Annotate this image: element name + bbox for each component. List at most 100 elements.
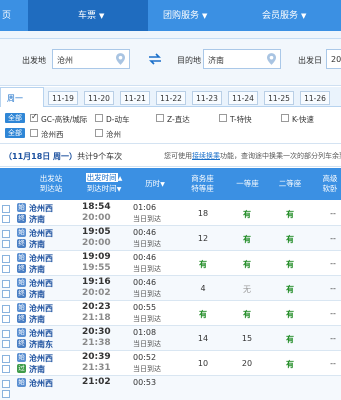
second-class-count: 有 [286,260,294,269]
hint-pre: 您可使用 [164,152,192,160]
date-tab[interactable]: 11-19 [48,91,78,105]
row-toggle-icon[interactable] [2,390,10,398]
table-row[interactable]: 始沧州西终济南 19:16 20:02 00:46 当日到达 4 无 有 -- [0,276,341,301]
swap-stations-icon[interactable] [148,53,162,65]
to-station[interactable]: 济南 [29,314,45,325]
row-toggle-icon[interactable] [2,265,10,273]
terminal-station-icon: 终 [17,339,26,348]
second-class-count: 有 [286,235,294,244]
from-station[interactable]: 沧州西 [29,203,53,214]
nav-item-member[interactable]: 会员服务 ▼ [262,8,306,21]
table-row[interactable]: 始沧州西过济南 20:39 21:31 00:52 当日到达 10 20 有 -- [0,351,341,376]
origin-station-icon: 始 [17,353,26,362]
date-tab[interactable]: 11-26 [300,91,330,105]
from-station[interactable]: 沧州西 [29,278,53,289]
station-all-button[interactable]: 全部 [5,128,25,138]
from-station[interactable]: 沧州西 [29,378,53,389]
first-class-count: 有 [243,235,251,244]
date-input[interactable]: 201 [326,49,341,69]
to-station[interactable]: 济南 [29,264,45,275]
date-tab[interactable]: 11-21 [120,91,150,105]
duration: 00:52 [133,353,157,362]
soft-sleeper-count: -- [330,234,336,243]
to-station[interactable]: 济南 [29,214,45,225]
from-station[interactable]: 沧州西 [29,328,53,339]
row-toggle-icon[interactable] [2,315,10,323]
table-row[interactable]: 始沧州西终济南东 20:30 21:38 01:08 当日到达 14 15 有 -- [0,326,341,351]
row-toggle-icon[interactable] [2,230,10,238]
tab-current-day[interactable]: 周一 [0,87,44,107]
station-cangzhouxi-checkbox[interactable] [30,129,38,137]
date-tab[interactable]: 11-24 [228,91,258,105]
train-type-all-button[interactable]: 全部 [5,113,25,123]
row-toggle-icon[interactable] [2,280,10,288]
filter-z-checkbox[interactable] [156,114,164,122]
soft-sleeper-count: -- [330,284,336,293]
row-toggle-icon[interactable] [2,215,10,223]
current-day-label: 周一 [7,94,23,103]
date-tab[interactable]: 11-22 [156,91,186,105]
date-tab[interactable]: 11-23 [192,91,222,105]
duration: 01:06 [133,203,157,212]
search-bar: 出发地 沧州 目的地 济南 出发日 201 [0,39,341,86]
table-row[interactable]: 始沧州西终济南 20:23 21:18 00:55 当日到达 有 有 有 -- [0,301,341,326]
row-toggle-icon[interactable] [2,205,10,213]
sort-down-icon: ▼ [116,186,122,193]
nav-item-home[interactable]: 页 [2,8,11,21]
terminal-station-icon: 终 [17,289,26,298]
header-duration[interactable]: 历时▼ [130,168,180,200]
row-toggle-icon[interactable] [2,330,10,338]
header-dep-time-label: 出发时间 [85,173,118,182]
row-toggle-icon[interactable] [2,290,10,298]
from-station[interactable]: 沧州西 [29,353,53,364]
from-station[interactable]: 沧州西 [29,303,53,314]
row-toggle-icon[interactable] [2,240,10,248]
row-toggle-icon[interactable] [2,380,10,388]
row-toggle-icon[interactable] [2,340,10,348]
table-row[interactable]: 始沧州西 21:02 00:53 [0,376,341,400]
filter-d-checkbox[interactable] [95,114,103,122]
date-tab[interactable]: 11-25 [264,91,294,105]
nav-item-group[interactable]: 团购服务 ▼ [163,8,207,21]
to-station[interactable]: 济南 [29,289,45,300]
filter-t-label: T-特快 [230,115,252,124]
row-toggle-icon[interactable] [2,365,10,373]
nav-item-tickets[interactable]: 车票 ▼ [78,8,104,21]
header-second-label: 二等座 [278,179,302,188]
to-station[interactable]: 济南 [29,364,45,375]
filter-k-label: K-快速 [292,115,314,124]
header-times[interactable]: 出发时间▲ 到达时间▼ [78,168,130,200]
terminal-station-icon: 终 [17,239,26,248]
transfer-link[interactable]: 接续换乘 [192,152,220,160]
departure-time: 20:23 [82,302,111,312]
table-row[interactable]: 始沧州西终济南 18:54 20:00 01:06 当日到达 18 有 有 -- [0,201,341,226]
row-toggle-icon[interactable] [2,255,10,263]
filter-k-checkbox[interactable] [281,114,289,122]
table-row[interactable]: 始沧州西终济南 19:05 20:00 00:46 当日到达 12 有 有 -- [0,226,341,251]
terminal-station-icon: 终 [17,264,26,273]
nav-strip [0,31,341,39]
to-station[interactable]: 济南 [29,239,45,250]
filter-gc-label: GC-高铁/城际 [41,115,88,124]
to-station[interactable]: 济南东 [29,339,53,350]
table-row[interactable]: 始沧州西终济南 19:09 19:55 00:46 当日到达 有 有 有 -- [0,251,341,276]
from-label: 出发地 [22,56,46,65]
row-toggle-icon[interactable] [2,355,10,363]
arrival-day: 当日到达 [133,215,161,223]
from-station[interactable]: 沧州西 [29,228,53,239]
date-tab[interactable]: 11-20 [84,91,114,105]
to-station-input[interactable]: 济南 [203,49,281,69]
from-station[interactable]: 沧州西 [29,253,53,264]
header-stations[interactable]: 出发站 到达站 [24,168,78,200]
station-cangzhou-checkbox[interactable] [95,129,103,137]
business-seat-count: 10 [197,359,209,368]
row-toggle-icon[interactable] [2,305,10,313]
filter-gc-checkbox[interactable] [30,112,38,122]
arrival-day: 当日到达 [133,265,161,273]
filter-z-label: Z-直达 [167,115,190,124]
first-class-count: 15 [241,334,253,343]
business-seat-count: 14 [197,334,209,343]
from-station-input[interactable]: 沧州 [52,49,130,69]
business-seat-count: 有 [199,260,207,269]
filter-t-checkbox[interactable] [219,114,227,122]
